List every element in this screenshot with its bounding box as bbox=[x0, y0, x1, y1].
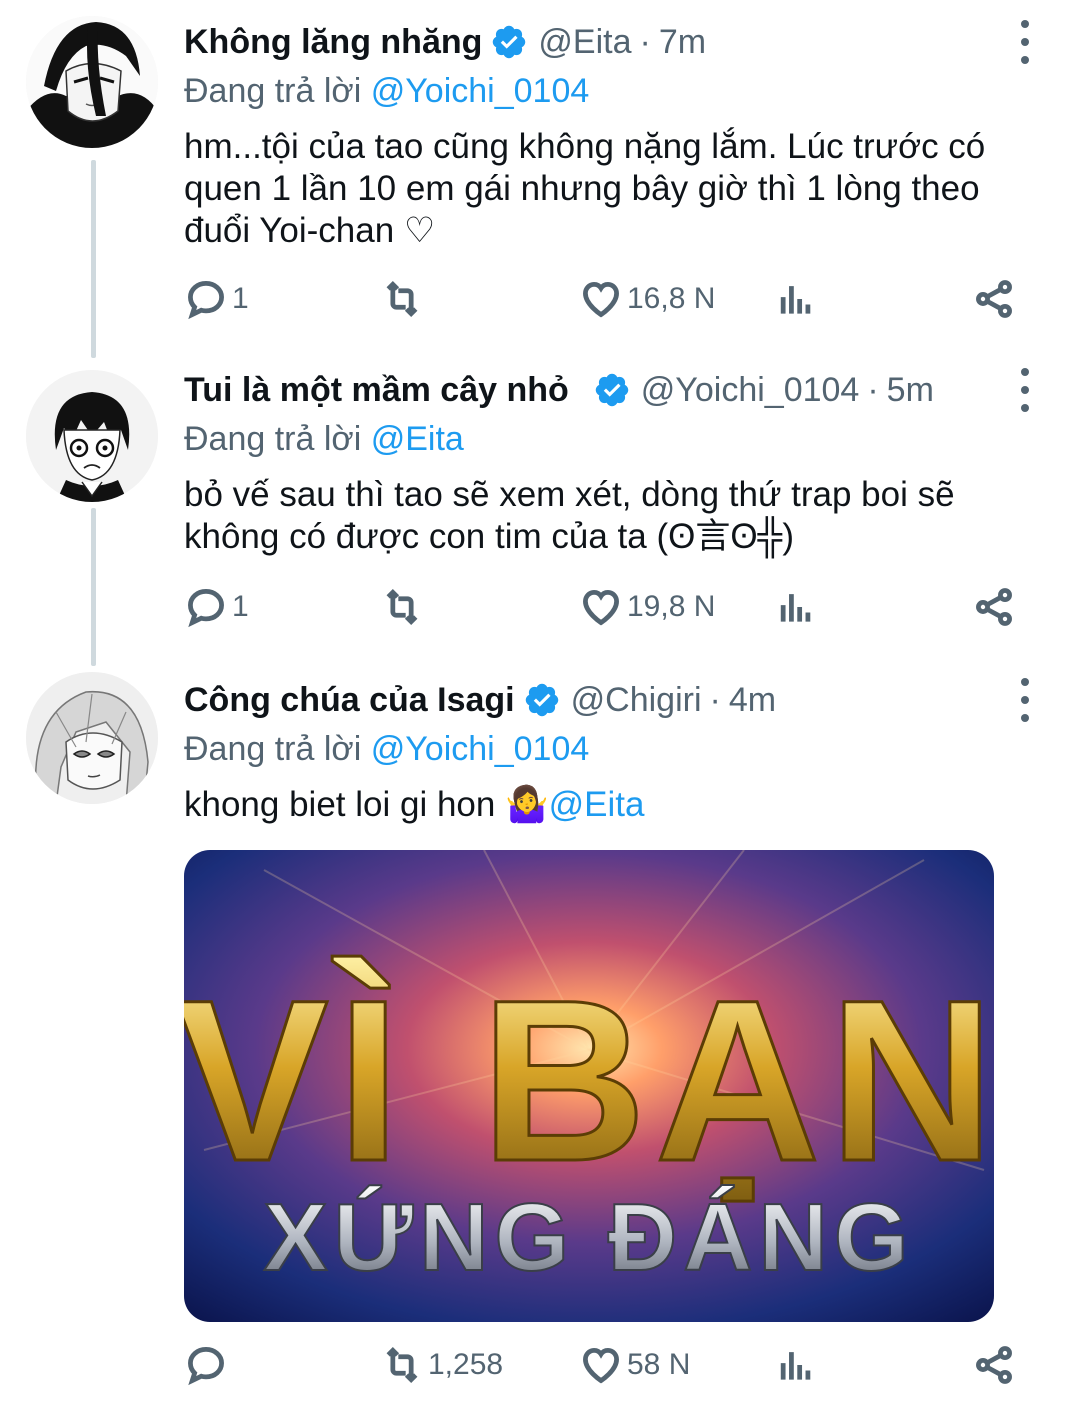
separator-dot: · bbox=[867, 370, 879, 409]
display-name[interactable]: Tui là một mầm cây nhỏ bbox=[184, 371, 569, 410]
analytics-button[interactable] bbox=[774, 582, 818, 632]
retweet-icon bbox=[386, 588, 418, 626]
media-text-line2: XỨNG ĐÁNG bbox=[264, 1184, 915, 1291]
like-button[interactable]: 19,8 N bbox=[579, 582, 715, 632]
reply-count: 1 bbox=[232, 282, 249, 315]
verified-badge-icon bbox=[595, 373, 629, 407]
heart-icon bbox=[583, 1347, 619, 1384]
replying-mention[interactable]: @Yoichi_0104 bbox=[371, 72, 590, 110]
analytics-button[interactable] bbox=[774, 274, 818, 324]
separator-dot: · bbox=[709, 680, 721, 719]
analytics-button[interactable] bbox=[774, 1340, 818, 1390]
avatar[interactable] bbox=[26, 370, 158, 502]
retweet-icon bbox=[386, 1346, 418, 1384]
replying-to: Đang trả lời @Yoichi_0104 bbox=[184, 726, 1040, 772]
more-vertical-icon[interactable] bbox=[1010, 678, 1040, 722]
timestamp[interactable]: 5m bbox=[887, 371, 934, 410]
reply-button[interactable] bbox=[184, 1340, 232, 1390]
analytics-icon bbox=[780, 286, 811, 314]
retweet-button[interactable] bbox=[380, 274, 428, 324]
tweet[interactable]: Công chúa của Isagi @Chigiri · 4m Đang t… bbox=[0, 660, 1080, 1403]
replying-label: Đang trả lời bbox=[184, 730, 362, 768]
verified-badge-icon bbox=[493, 25, 526, 59]
handle[interactable]: @Yoichi_0104 bbox=[641, 371, 860, 410]
replying-to: Đang trả lời @Eita bbox=[184, 416, 1040, 462]
separator-dot: · bbox=[639, 22, 651, 61]
replying-label: Đang trả lời bbox=[184, 72, 362, 110]
tweet-text: bỏ vế sau thì tao sẽ xem xét, dòng thứ t… bbox=[184, 475, 955, 556]
tweet-text: khong biet loi gi hon 🤷‍♀️@Eita bbox=[184, 784, 1040, 826]
avatar[interactable] bbox=[26, 672, 158, 804]
replying-to: Đang trả lời @Yoichi_0104 bbox=[184, 68, 1040, 114]
share-icon bbox=[976, 588, 1012, 626]
verified-badge-icon bbox=[525, 683, 558, 717]
share-button[interactable] bbox=[972, 1340, 1016, 1390]
handle[interactable]: @Chigiri bbox=[571, 681, 702, 720]
tweet-header: Không lăng nhăng @Eita · 7m bbox=[184, 16, 1040, 68]
timestamp[interactable]: 4m bbox=[729, 681, 776, 720]
reply-icon bbox=[188, 281, 224, 320]
reply-icon bbox=[188, 589, 224, 628]
share-button[interactable] bbox=[972, 582, 1016, 632]
share-button[interactable] bbox=[972, 274, 1016, 324]
retweet-button[interactable] bbox=[380, 582, 428, 632]
tweet-text: hm...tội của tao cũng không nặng lắm. Lú… bbox=[184, 127, 986, 250]
like-button[interactable]: 58 N bbox=[579, 1340, 690, 1390]
retweet-icon bbox=[386, 280, 418, 318]
reply-button[interactable]: 1 bbox=[184, 274, 249, 324]
action-bar: 1,258 58 N bbox=[184, 1340, 1040, 1390]
replying-mention[interactable]: @Eita bbox=[371, 420, 464, 458]
heart-icon bbox=[583, 281, 619, 318]
tweet-header: Công chúa của Isagi @Chigiri · 4m bbox=[184, 674, 1040, 726]
analytics-icon bbox=[780, 1352, 811, 1380]
tweet[interactable]: Không lăng nhăng @Eita · 7m Đang trả lời… bbox=[0, 0, 1080, 350]
analytics-icon bbox=[780, 594, 811, 622]
more-vertical-icon[interactable] bbox=[1010, 20, 1040, 64]
tweet[interactable]: Tui là một mầm cây nhỏ @Yoichi_0104 · 5m… bbox=[0, 350, 1080, 660]
share-icon bbox=[976, 1346, 1012, 1384]
action-bar: 1 16,8 N bbox=[184, 274, 1040, 324]
display-name[interactable]: Công chúa của Isagi bbox=[184, 681, 515, 720]
retweet-button[interactable]: 1,258 bbox=[380, 1340, 503, 1390]
share-icon bbox=[976, 280, 1012, 318]
media-image[interactable]: VÌ BẠN XỨNG ĐÁNG bbox=[184, 850, 994, 1322]
replying-mention[interactable]: @Yoichi_0104 bbox=[371, 730, 590, 768]
heart-icon bbox=[583, 589, 619, 626]
like-button[interactable]: 16,8 N bbox=[579, 274, 715, 324]
reply-count: 1 bbox=[232, 590, 249, 623]
tweet-text-body: khong biet loi gi hon 🤷‍♀️ bbox=[184, 785, 549, 824]
timestamp[interactable]: 7m bbox=[659, 23, 706, 62]
display-name[interactable]: Không lăng nhăng bbox=[184, 23, 482, 62]
more-vertical-icon[interactable] bbox=[1010, 368, 1040, 412]
text-mention[interactable]: @Eita bbox=[549, 785, 645, 824]
like-count: 58 N bbox=[627, 1348, 691, 1381]
like-count: 19,8 N bbox=[627, 590, 716, 623]
avatar[interactable] bbox=[26, 16, 158, 148]
reply-button[interactable]: 1 bbox=[184, 582, 249, 632]
retweet-count: 1,258 bbox=[428, 1348, 504, 1381]
media-text-line1: VÌ BẠN bbox=[184, 952, 994, 1209]
action-bar: 1 19,8 N bbox=[184, 582, 1040, 632]
replying-label: Đang trả lời bbox=[184, 420, 362, 458]
handle[interactable]: @Eita bbox=[538, 23, 631, 62]
tweet-header: Tui là một mầm cây nhỏ @Yoichi_0104 · 5m bbox=[184, 364, 1040, 416]
reply-icon bbox=[188, 1347, 224, 1386]
like-count: 16,8 N bbox=[627, 282, 716, 315]
